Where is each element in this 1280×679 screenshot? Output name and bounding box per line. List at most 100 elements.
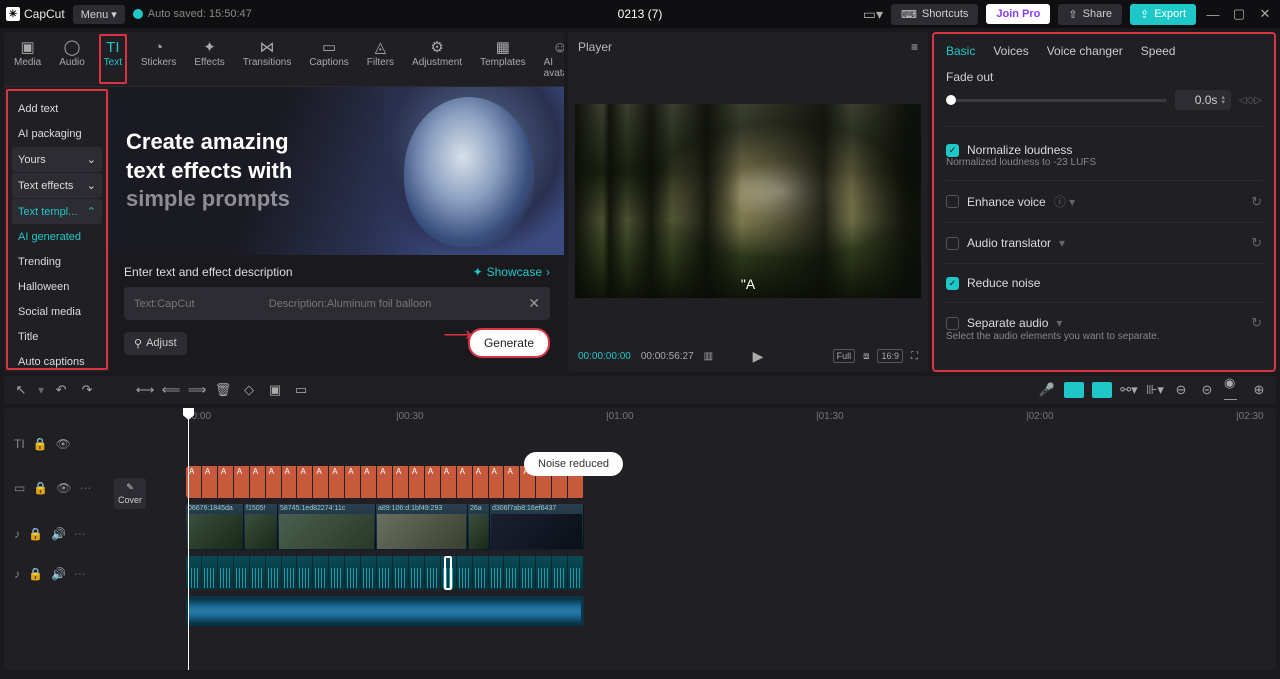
- tab-aiavatars[interactable]: ☺AI avatars: [542, 36, 564, 82]
- keyframe-controls[interactable]: ◁◇▷: [1239, 95, 1262, 106]
- tab-captions[interactable]: ▭Captions: [307, 36, 350, 82]
- sidebar-item-aigenerated[interactable]: AI generated: [12, 225, 102, 249]
- magnet-on-icon[interactable]: [1064, 382, 1084, 398]
- lock-icon[interactable]: 🔒: [33, 481, 48, 495]
- playhead[interactable]: [188, 408, 189, 670]
- pointer-tool[interactable]: ↖: [12, 381, 30, 399]
- tab-voicechanger[interactable]: Voice changer: [1047, 44, 1123, 58]
- layout-icon[interactable]: ▭▾: [863, 6, 883, 23]
- link-icon[interactable]: ⚯▾: [1120, 381, 1138, 399]
- text-clip[interactable]: [186, 466, 584, 498]
- text-input[interactable]: Text:CapCut: [134, 298, 259, 310]
- audio-track-1[interactable]: [144, 554, 1276, 592]
- export-button[interactable]: ⇪Export: [1130, 4, 1196, 25]
- close-button[interactable]: ✕: [1256, 6, 1274, 22]
- text-track[interactable]: [144, 464, 1276, 500]
- mic-icon[interactable]: 🎤: [1038, 381, 1056, 399]
- timeline-tracks[interactable]: 00:00 |00:30 |01:00 |01:30 |02:00 |02:30…: [144, 408, 1276, 670]
- zoomin-button[interactable]: ⊝: [1198, 381, 1216, 399]
- tab-speed[interactable]: Speed: [1141, 44, 1176, 58]
- sidebar-item-title[interactable]: Title: [12, 325, 102, 349]
- fadeout-value[interactable]: 0.0s▴▾: [1175, 90, 1231, 110]
- reset-icon[interactable]: ↻: [1251, 315, 1262, 331]
- speaker-icon[interactable]: 🔊: [51, 527, 66, 541]
- spinner-icon[interactable]: ▴▾: [1221, 95, 1225, 105]
- ratio-button[interactable]: 16:9: [877, 349, 903, 363]
- zoom-slider[interactable]: ◉—: [1224, 381, 1242, 399]
- tab-filters[interactable]: ◬Filters: [365, 36, 396, 82]
- normalize-checkbox[interactable]: ✓: [946, 144, 959, 157]
- lock-icon[interactable]: 🔒: [28, 527, 43, 541]
- zoomout-button[interactable]: ⊖: [1172, 381, 1190, 399]
- video-clips[interactable]: 06676:1845da f1505! 58745:1ed82274:11c a…: [186, 504, 584, 550]
- description-input[interactable]: Description:Aluminum foil balloon: [269, 298, 519, 310]
- tab-audio[interactable]: ◯Audio: [57, 36, 87, 82]
- tab-basic[interactable]: Basic: [946, 44, 975, 58]
- showcase-link[interactable]: ✦Showcase›: [473, 265, 550, 279]
- time-ruler[interactable]: 00:00 |00:30 |01:00 |01:30 |02:00 |02:30: [144, 408, 1276, 426]
- sidebar-item-halloween[interactable]: Halloween: [12, 275, 102, 299]
- adjust-button[interactable]: ⚲Adjust: [124, 332, 187, 355]
- sidebar-item-trending[interactable]: Trending: [12, 250, 102, 274]
- reset-icon[interactable]: ↻: [1251, 194, 1262, 210]
- snap-icon[interactable]: ⊪▾: [1146, 381, 1164, 399]
- audio-track-2[interactable]: [144, 594, 1276, 628]
- generate-button[interactable]: Generate: [468, 328, 550, 358]
- menu-button[interactable]: Menu ▾: [73, 5, 125, 24]
- fit-button[interactable]: ⊕: [1250, 381, 1268, 399]
- enhance-checkbox[interactable]: [946, 195, 959, 208]
- sidebar-item-texteffects[interactable]: Text effects⌄: [12, 173, 102, 198]
- cover-button[interactable]: ✎Cover: [114, 478, 146, 509]
- tab-media[interactable]: ▣Media: [12, 36, 43, 82]
- tab-voices[interactable]: Voices: [993, 44, 1028, 58]
- sidebar-item-addtext[interactable]: Add text: [12, 97, 102, 121]
- expand-icon[interactable]: ⛶: [911, 351, 918, 362]
- tab-stickers[interactable]: ◔Stickers: [139, 36, 179, 82]
- play-button[interactable]: ▶: [753, 348, 764, 365]
- tab-templates[interactable]: ▦Templates: [478, 36, 528, 82]
- audiotranslator-checkbox[interactable]: [946, 237, 959, 250]
- selected-audio-clip[interactable]: [444, 556, 452, 590]
- info-icon[interactable]: ⓘ ▾: [1054, 193, 1075, 210]
- tab-transitions[interactable]: ⋈Transitions: [241, 36, 294, 82]
- marker-button[interactable]: ◇: [240, 381, 258, 399]
- lock-icon[interactable]: 🔒: [33, 437, 48, 451]
- player-menu-icon[interactable]: ≡: [911, 40, 918, 54]
- music-clip[interactable]: [186, 596, 584, 626]
- tab-adjustment[interactable]: ⚙Adjustment: [410, 36, 464, 82]
- splitright-button[interactable]: ⟹: [188, 381, 206, 399]
- record-button[interactable]: ▭: [292, 381, 310, 399]
- fadeout-slider[interactable]: [946, 99, 1167, 102]
- sidebar-item-social[interactable]: Social media: [12, 300, 102, 324]
- sidebar-item-autocaptions[interactable]: Auto captions: [12, 350, 102, 372]
- tab-effects[interactable]: ✦Effects: [192, 36, 226, 82]
- redo-button[interactable]: ↷: [78, 381, 96, 399]
- reducenoise-checkbox[interactable]: ✓: [946, 277, 959, 290]
- split-button[interactable]: ⟷: [136, 381, 154, 399]
- join-pro-button[interactable]: Join Pro: [986, 4, 1050, 24]
- focus-icon[interactable]: ⧈: [863, 351, 869, 362]
- undo-button[interactable]: ↶: [52, 381, 70, 399]
- sidebar-item-yours[interactable]: Yours⌄: [12, 147, 102, 172]
- splitleft-button[interactable]: ⟸: [162, 381, 180, 399]
- maximize-button[interactable]: ▢: [1230, 6, 1248, 22]
- minimize-button[interactable]: —: [1204, 7, 1222, 22]
- compare-icon[interactable]: ▥: [704, 351, 713, 362]
- eye-icon[interactable]: 👁: [56, 481, 71, 495]
- share-button[interactable]: ⇧Share: [1058, 4, 1122, 25]
- clear-icon[interactable]: ✕: [528, 295, 540, 312]
- reset-icon[interactable]: ↻: [1251, 235, 1262, 251]
- audio-clips[interactable]: [186, 556, 584, 590]
- sidebar-item-texttemplates[interactable]: Text templ...⌃: [12, 199, 102, 224]
- player-viewport[interactable]: "A: [568, 62, 928, 340]
- crop-button[interactable]: ▣: [266, 381, 284, 399]
- delete-button[interactable]: 🗑: [214, 381, 232, 399]
- link-on-icon[interactable]: [1092, 382, 1112, 398]
- sidebar-item-aipkg[interactable]: AI packaging: [12, 122, 102, 146]
- separate-checkbox[interactable]: [946, 317, 959, 330]
- speaker-icon[interactable]: 🔊: [51, 567, 66, 581]
- video-track[interactable]: 06676:1845da f1505! 58745:1ed82274:11c a…: [144, 502, 1276, 552]
- eye-icon[interactable]: 👁: [56, 437, 71, 451]
- lock-icon[interactable]: 🔒: [28, 567, 43, 581]
- shortcuts-button[interactable]: ⌨Shortcuts: [891, 4, 978, 25]
